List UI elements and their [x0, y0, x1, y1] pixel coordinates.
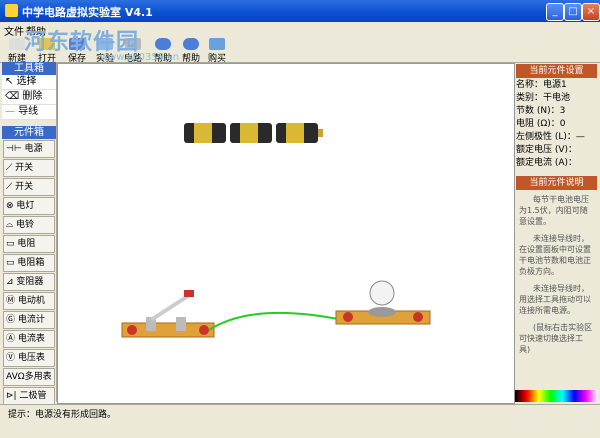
app-icon [5, 4, 18, 17]
prop-category[interactable]: 类别：干电池 [515, 92, 598, 105]
description-para-4: (鼠标右击实验区可快速切换选择工具) [519, 323, 593, 354]
close-button[interactable]: × [582, 3, 600, 21]
lamp-terminal-left[interactable] [343, 312, 353, 322]
lamp-socket [368, 307, 396, 317]
battery-pack[interactable] [184, 123, 323, 143]
circuit-drawing [121, 123, 431, 338]
comp-rheostat[interactable]: ⊿ 变阻器 [3, 273, 55, 291]
comp-bell[interactable]: ⌓ 电铃 [3, 216, 55, 234]
wire[interactable] [208, 311, 344, 331]
tool-delete[interactable]: ⌫ 删除 [2, 90, 56, 105]
description-para-1: 每节干电池电压为1.5伏，内阻可随意设置。 [519, 195, 589, 226]
prop-resistance[interactable]: 电阻 (Ω)：0 [515, 118, 598, 131]
eraser-icon: ⌫ [5, 91, 23, 102]
cart-icon [209, 38, 225, 50]
prop-rated-voltage[interactable]: 额定电压 (V)： [515, 144, 598, 157]
comp-battery[interactable]: ⊣⊢ 电源 [3, 140, 55, 158]
switch-blade[interactable] [149, 294, 190, 322]
comp-multimeter[interactable]: AVΩ多用表 [3, 368, 55, 386]
tool-wire[interactable]: — 导线 [2, 105, 56, 120]
help-button-2[interactable]: 帮助 [180, 38, 202, 64]
title-bar: 中学电路虚拟实验室 V4.1 _ □ × [0, 0, 600, 22]
description-title: 当前元件说明 [516, 176, 597, 190]
battery-label [240, 123, 258, 143]
bulb-icon [369, 280, 395, 306]
wire-icon: — [5, 106, 19, 117]
comp-voltmeter[interactable]: Ⓥ 电压表 [3, 349, 55, 367]
comp-diode[interactable]: ⊳| 二极管 [3, 387, 55, 405]
prop-polarity[interactable]: 左侧极性 (L)：— [515, 131, 598, 144]
comp-resistor-box[interactable]: ▭ 电阻箱 [3, 254, 55, 272]
prop-rated-current[interactable]: 额定电流 (A)： [515, 157, 598, 170]
color-palette[interactable] [515, 390, 598, 402]
battery-label [194, 123, 212, 143]
window-title: 中学电路虚拟实验室 V4.1 [22, 6, 153, 19]
new-icon [9, 38, 25, 50]
buy-button[interactable]: 购买 [206, 38, 228, 64]
toolbox-title: 工具箱 [2, 62, 56, 75]
description-para-3: 未连接导线时，用选择工具拖动可以连接所需电源。 [519, 284, 591, 315]
prop-cells[interactable]: 节数 (N)：3 [515, 105, 598, 118]
comp-switch-1[interactable]: ⟋ 开关 [3, 159, 55, 177]
help-icon [155, 38, 171, 50]
help-icon [183, 38, 199, 50]
comp-motor[interactable]: Ⓜ 电动机 [3, 292, 55, 310]
status-text: 提示：电源没有形成回路。 [8, 410, 117, 420]
switch-terminal-left[interactable] [127, 325, 137, 335]
components-title: 元件箱 [2, 126, 56, 139]
right-panel: 当前元件设置 名称：电源1 类别：干电池 节数 (N)：3 电阻 (Ω)：0 左… [515, 63, 598, 402]
comp-switch-2[interactable]: ⟋ 开关 [3, 178, 55, 196]
maximize-button[interactable]: □ [564, 3, 582, 21]
switch-clip [176, 317, 186, 331]
prop-name[interactable]: 名称：电源1 [515, 79, 598, 92]
comp-galvanometer[interactable]: Ⓖ 电流计 [3, 311, 55, 329]
battery-terminal[interactable] [318, 129, 323, 137]
tool-select[interactable]: ↖ 选择 [2, 75, 56, 90]
switch-terminal-right[interactable] [199, 325, 209, 335]
settings-title: 当前元件设置 [516, 64, 597, 78]
watermark-url: www.pc0359.cn [100, 52, 180, 63]
lamp-holder[interactable] [335, 280, 431, 325]
knife-switch[interactable] [121, 290, 215, 338]
arrow-icon: ↖ [5, 76, 17, 87]
status-bar: 提示：电源没有形成回路。 [0, 404, 600, 438]
description-para-2: 未连接导线时，在设置面板中可设置干电池节数和电池正负极方向。 [519, 234, 591, 276]
lamp-terminal-right[interactable] [413, 312, 423, 322]
comp-resistor[interactable]: ▭ 电阻 [3, 235, 55, 253]
comp-ammeter[interactable]: Ⓐ 电流表 [3, 330, 55, 348]
experiment-canvas[interactable] [57, 63, 515, 404]
left-panel: 工具箱 ↖ 选择 ⌫ 删除 — 导线 元件箱 ⊣⊢ 电源 ⟋ 开关 ⟋ 开关 ⊗… [2, 62, 57, 405]
comp-lamp[interactable]: ⊗ 电灯 [3, 197, 55, 215]
minimize-button[interactable]: _ [546, 3, 564, 21]
switch-handle[interactable] [184, 290, 194, 297]
battery-label [286, 123, 304, 143]
